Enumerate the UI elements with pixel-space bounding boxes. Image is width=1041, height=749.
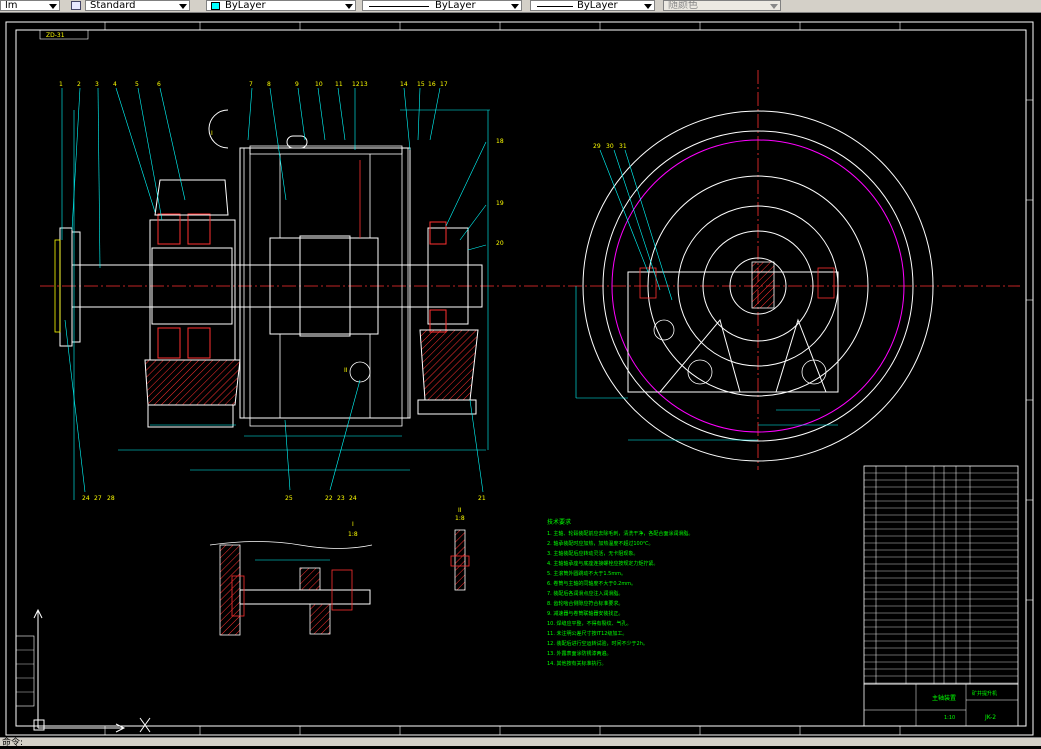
svg-text:1:8: 1:8 bbox=[348, 531, 358, 538]
svg-text:1. 主轴、轮毂装配前应去除毛刺，清洗干净，各配合面涂润滑脂: 1. 主轴、轮毂装配前应去除毛刺，清洗干净，各配合面涂润滑脂。 bbox=[547, 530, 693, 537]
svg-text:27: 27 bbox=[94, 495, 102, 502]
svg-text:14. 其他按有关标准执行。: 14. 其他按有关标准执行。 bbox=[547, 660, 607, 667]
parts-list bbox=[863, 465, 1019, 685]
svg-text:21: 21 bbox=[478, 495, 486, 502]
svg-text:12: 12 bbox=[352, 81, 360, 88]
detail-view: I 1:8 bbox=[209, 521, 373, 636]
svg-text:技术要求: 技术要求 bbox=[547, 518, 571, 526]
svg-text:4. 主轴轴承座与底座连接螺栓应按规定力矩拧紧。: 4. 主轴轴承座与底座连接螺栓应按规定力矩拧紧。 bbox=[547, 560, 658, 567]
svg-text:16: 16 bbox=[428, 81, 436, 88]
lineweight-combo[interactable]: ByLayer bbox=[530, 0, 655, 11]
chevron-down-icon bbox=[644, 4, 652, 9]
svg-text:5. 主滚筒外圆跳动不大于1.5mm。: 5. 主滚筒外圆跳动不大于1.5mm。 bbox=[547, 570, 626, 577]
svg-text:主轴装置: 主轴装置 bbox=[932, 694, 956, 702]
color-combo[interactable]: ByLayer bbox=[206, 0, 356, 11]
text-style-icon[interactable] bbox=[71, 1, 81, 10]
lineweight-sample bbox=[537, 6, 573, 7]
svg-text:13. 外露表面涂防锈漆两遍。: 13. 外露表面涂防锈漆两遍。 bbox=[547, 650, 612, 657]
svg-text:1: 1 bbox=[59, 81, 63, 88]
svg-text:14: 14 bbox=[400, 81, 408, 88]
linetype-sample bbox=[369, 6, 429, 7]
svg-text:18: 18 bbox=[496, 138, 504, 145]
svg-text:24: 24 bbox=[349, 495, 357, 502]
svg-text:31: 31 bbox=[619, 143, 627, 150]
svg-text:3: 3 bbox=[95, 81, 99, 88]
view-label-1: I bbox=[211, 130, 213, 137]
svg-text:25: 25 bbox=[285, 495, 293, 502]
layer-combo[interactable]: lm bbox=[0, 0, 60, 11]
chevron-down-icon bbox=[345, 4, 353, 9]
svg-text:1:10: 1:10 bbox=[944, 715, 955, 721]
linetype-combo[interactable]: ByLayer bbox=[362, 0, 522, 11]
revision-block bbox=[15, 635, 35, 707]
svg-text:8. 齿轮啮合侧隙应符合标准要求。: 8. 齿轮啮合侧隙应符合标准要求。 bbox=[547, 600, 623, 607]
svg-text:6. 卷筒与主轴的同轴度不大于0.2mm。: 6. 卷筒与主轴的同轴度不大于0.2mm。 bbox=[547, 580, 636, 587]
text-style-combo[interactable]: Standard bbox=[85, 0, 190, 11]
svg-text:矿井提升机: 矿井提升机 bbox=[972, 690, 997, 697]
svg-text:1:8: 1:8 bbox=[455, 515, 465, 522]
svg-text:7. 装配后各润滑点应注入润滑脂。: 7. 装配后各润滑点应注入润滑脂。 bbox=[547, 590, 623, 597]
svg-text:10: 10 bbox=[315, 81, 323, 88]
svg-text:30: 30 bbox=[606, 143, 614, 150]
stamp-text: ZD-31 bbox=[46, 32, 65, 39]
chevron-down-icon bbox=[179, 4, 187, 9]
svg-text:11: 11 bbox=[335, 81, 343, 88]
svg-text:28: 28 bbox=[107, 495, 115, 502]
svg-text:20: 20 bbox=[496, 240, 504, 247]
plotstyle-combo[interactable]: 随颜色 bbox=[663, 0, 781, 11]
svg-text:29: 29 bbox=[593, 143, 601, 150]
svg-text:II: II bbox=[458, 507, 462, 514]
cad-drawing: ZD-31 1 2 3 4 5 6 7 8 9 10 11 12 13 14 1… bbox=[5, 21, 1034, 736]
svg-text:15: 15 bbox=[417, 81, 425, 88]
svg-text:3. 主轴装配后应转动灵活，无卡阻现象。: 3. 主轴装配后应转动灵活，无卡阻现象。 bbox=[547, 550, 638, 557]
drawing-canvas[interactable]: ZD-31 1 2 3 4 5 6 7 8 9 10 11 12 13 14 1… bbox=[0, 12, 1041, 745]
svg-text:12. 装配后进行空运转试验，时间不少于2h。: 12. 装配后进行空运转试验，时间不少于2h。 bbox=[547, 640, 648, 647]
svg-text:22: 22 bbox=[325, 495, 333, 502]
chevron-down-icon bbox=[49, 4, 57, 9]
svg-text:2: 2 bbox=[77, 81, 81, 88]
svg-text:2. 轴承装配时应加热，加热温度不超过100℃。: 2. 轴承装配时应加热，加热温度不超过100℃。 bbox=[547, 540, 654, 547]
svg-text:11. 未注明公差尺寸按IT12级加工。: 11. 未注明公差尺寸按IT12级加工。 bbox=[547, 630, 627, 637]
svg-text:JK-2: JK-2 bbox=[984, 714, 996, 721]
technical-notes: 技术要求 1. 主轴、轮毂装配前应去除毛刺，清洗干净，各配合面涂润滑脂。 2. … bbox=[547, 518, 693, 667]
svg-text:9: 9 bbox=[295, 81, 299, 88]
svg-text:23: 23 bbox=[337, 495, 345, 502]
svg-text:10. 焊缝应平整，不得有裂纹、气孔。: 10. 焊缝应平整，不得有裂纹、气孔。 bbox=[547, 620, 632, 627]
svg-text:I: I bbox=[352, 521, 354, 528]
svg-text:4: 4 bbox=[113, 81, 117, 88]
svg-text:9. 减速器与卷筒联轴器安装找正。: 9. 减速器与卷筒联轴器安装找正。 bbox=[547, 610, 623, 617]
ucs-icon bbox=[33, 608, 151, 733]
shaft-assembly-view: 123 456 789 10 11 12 13 14 15 16 17 181920 24… bbox=[54, 81, 504, 502]
svg-text:17: 17 bbox=[440, 81, 448, 88]
svg-text:6: 6 bbox=[157, 81, 161, 88]
title-block: 矿井提升机 主轴装置 JK-2 1:10 bbox=[863, 683, 1019, 727]
view-label-2: II bbox=[344, 367, 348, 374]
svg-text:24: 24 bbox=[82, 495, 90, 502]
svg-text:13: 13 bbox=[360, 81, 368, 88]
color-swatch-icon bbox=[211, 2, 220, 10]
svg-text:7: 7 bbox=[249, 81, 253, 88]
svg-text:5: 5 bbox=[135, 81, 139, 88]
svg-text:8: 8 bbox=[267, 81, 271, 88]
section-view: II 1:8 bbox=[450, 507, 470, 591]
chevron-down-icon bbox=[511, 4, 519, 9]
svg-text:19: 19 bbox=[496, 200, 504, 207]
chevron-down-icon bbox=[770, 4, 778, 9]
